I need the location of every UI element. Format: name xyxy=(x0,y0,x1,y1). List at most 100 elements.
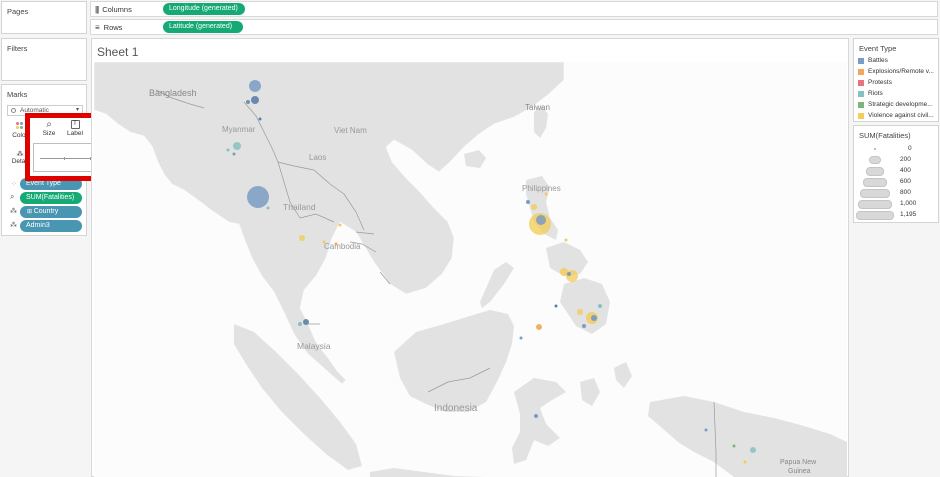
detail-icon: ⁂ xyxy=(10,222,17,229)
legend-item[interactable]: Violence against civil... xyxy=(858,112,934,119)
size-legend-row: 0 xyxy=(854,144,940,154)
legend-item[interactable]: Strategic developme... xyxy=(858,101,933,108)
event-mark[interactable] xyxy=(303,319,309,325)
map-label-taiwan: Taiwan xyxy=(525,103,550,112)
marks-panel-title: Marks xyxy=(7,90,28,99)
size-legend-title: SUM(Fatalities) xyxy=(859,131,911,140)
event-mark[interactable] xyxy=(258,117,262,121)
event-mark[interactable] xyxy=(232,152,236,156)
size-legend-row: 200 xyxy=(854,155,940,165)
columns-icon: ||| xyxy=(95,5,99,14)
rows-shelf[interactable]: ≡ Rows Latitude (generated) xyxy=(90,19,938,35)
fatalities-pill[interactable]: SUM(Fatalities) xyxy=(20,192,82,204)
event-mark[interactable] xyxy=(582,324,586,328)
event-type-legend: Event Type Battles Explosions/Remote v..… xyxy=(853,38,939,122)
map-label-bangladesh: Bangladesh xyxy=(149,88,197,98)
size-legend-row: 1,195 xyxy=(854,210,940,220)
event-mark[interactable] xyxy=(226,148,230,152)
label-icon: T xyxy=(70,120,80,129)
event-mark[interactable] xyxy=(233,142,241,150)
event-mark[interactable] xyxy=(743,460,747,464)
event-mark[interactable] xyxy=(564,238,568,242)
legend-item[interactable]: Riots xyxy=(858,90,883,97)
size-shape xyxy=(869,156,881,164)
event-mark[interactable] xyxy=(560,268,568,276)
size-icon: ⌕ xyxy=(10,192,15,201)
columns-shelf-label: ||| Columns xyxy=(95,5,132,14)
event-mark[interactable] xyxy=(567,272,571,276)
event-mark[interactable] xyxy=(536,215,546,225)
event-mark[interactable] xyxy=(299,235,305,241)
legend-swatch xyxy=(858,90,864,97)
latitude-pill[interactable]: Latitude (generated) xyxy=(163,21,243,33)
event-mark[interactable] xyxy=(251,96,259,104)
legend-item[interactable]: Protests xyxy=(858,79,892,86)
event-mark[interactable] xyxy=(266,206,270,210)
map-label-png-line1: Papua New xyxy=(780,459,817,466)
event-mark[interactable] xyxy=(750,447,756,453)
map-label-malaysia: Malaysia xyxy=(297,341,331,351)
size-legend-row: 800 xyxy=(854,188,940,198)
size-slider-tick xyxy=(64,157,65,160)
event-mark[interactable] xyxy=(577,309,583,315)
event-mark[interactable] xyxy=(322,240,326,244)
size-shape xyxy=(858,200,892,209)
mark-type-circle-icon xyxy=(11,108,16,113)
legend-swatch xyxy=(858,57,864,64)
map-label-cambodia: Cambodia xyxy=(324,242,361,251)
size-shape xyxy=(856,211,894,220)
pages-panel-title: Pages xyxy=(7,7,29,16)
event-mark[interactable] xyxy=(554,304,558,308)
map-label-png-line2: Guinea xyxy=(788,468,811,475)
legend-item[interactable]: Explosions/Remote v... xyxy=(858,68,934,75)
rows-icon: ≡ xyxy=(95,23,100,32)
label-button[interactable]: T Label xyxy=(63,120,87,144)
rows-shelf-label: ≡ Rows xyxy=(95,23,123,32)
event-mark[interactable] xyxy=(732,444,736,448)
map-label-laos: Laos xyxy=(309,153,326,162)
size-shape xyxy=(874,148,876,150)
map-label-myanmar: Myanmar xyxy=(222,125,256,134)
size-legend-row: 1,000 xyxy=(854,199,940,209)
country-pill[interactable]: ⊞ Country xyxy=(20,206,82,218)
longitude-pill[interactable]: Longitude (generated) xyxy=(163,3,245,15)
event-mark[interactable] xyxy=(526,200,530,204)
event-mark[interactable] xyxy=(531,204,537,210)
map-label-philippines: Philippines xyxy=(522,184,561,193)
legend-swatch xyxy=(858,68,864,75)
legend-swatch xyxy=(858,79,864,86)
size-legend: SUM(Fatalities) 0 200 400 600 800 1,000 … xyxy=(853,125,939,223)
admin3-pill[interactable]: Admin3 xyxy=(20,220,82,232)
legend-swatch xyxy=(858,112,864,119)
event-mark[interactable] xyxy=(298,322,302,326)
size-shape xyxy=(866,167,884,176)
color-dots-icon xyxy=(16,122,24,130)
event-mark[interactable] xyxy=(247,186,269,208)
color-dots-icon: ⁘ xyxy=(11,181,17,188)
map-label-vietnam: Viet Nam xyxy=(334,126,367,135)
size-button[interactable]: ⌕ Size xyxy=(37,120,61,144)
event-type-legend-title: Event Type xyxy=(859,44,897,53)
event-mark[interactable] xyxy=(598,304,602,308)
size-shape xyxy=(860,189,890,198)
event-mark[interactable] xyxy=(249,80,261,92)
legend-swatch xyxy=(858,101,864,108)
map-canvas[interactable]: Bangladesh Taiwan Myanmar Viet Nam Laos … xyxy=(94,62,847,477)
event-mark[interactable] xyxy=(246,100,250,104)
event-mark[interactable] xyxy=(536,324,542,330)
filters-panel-title: Filters xyxy=(7,44,28,53)
event-mark[interactable] xyxy=(519,336,523,340)
country-geo-icon: ⊞ xyxy=(27,209,34,215)
event-mark[interactable] xyxy=(591,315,597,321)
size-legend-row: 600 xyxy=(854,177,940,187)
event-mark[interactable] xyxy=(704,428,708,432)
event-mark[interactable] xyxy=(534,414,538,418)
columns-shelf[interactable]: ||| Columns Longitude (generated) xyxy=(90,1,938,17)
map-label-indonesia: Indonesia xyxy=(434,403,478,414)
filters-panel[interactable]: Filters xyxy=(1,38,87,81)
event-mark[interactable] xyxy=(334,242,338,246)
map-label-thailand: Thailand xyxy=(283,202,316,212)
legend-item[interactable]: Battles xyxy=(858,57,888,64)
event-mark[interactable] xyxy=(544,192,548,196)
event-mark[interactable] xyxy=(338,223,342,227)
